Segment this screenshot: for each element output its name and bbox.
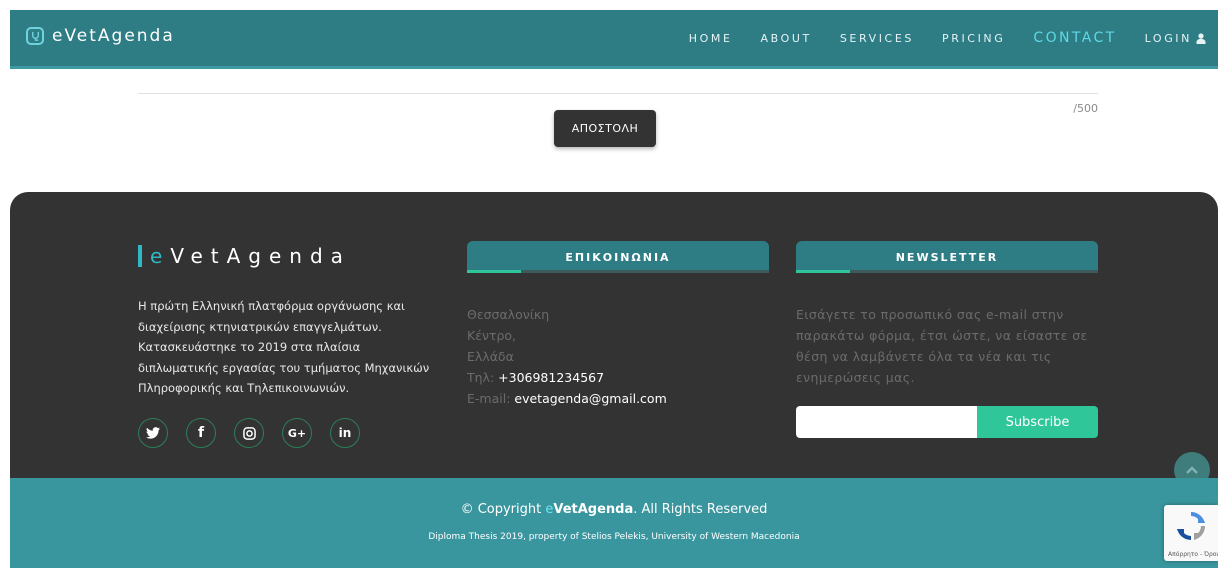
newsletter-heading-text: NEWSLETTER	[895, 250, 999, 264]
chevron-up-icon	[1186, 466, 1198, 474]
email-address[interactable]: evetagenda@gmail.com	[514, 391, 666, 406]
copyright-bar: © Copyright eVetAgenda. All Rights Reser…	[10, 478, 1218, 568]
logo-e: e	[150, 244, 171, 268]
recaptcha-icon	[1176, 511, 1206, 541]
logo-text: VetAgenda	[170, 244, 351, 268]
email-label: E-mail:	[467, 391, 515, 406]
contact-heading: ΕΠΙΚΟΙΝΩΝΙΑ	[467, 241, 769, 273]
thesis-credit: Diploma Thesis 2019, property of Stelios…	[428, 532, 800, 542]
contact-email: E-mail: evetagenda@gmail.com	[467, 388, 667, 409]
stethoscope-icon	[26, 27, 44, 45]
brand-name: eVetAgenda	[52, 26, 175, 46]
nav-item-home[interactable]: HOME	[689, 32, 733, 45]
subscribe-button[interactable]: Subscribe	[977, 406, 1098, 438]
footer-description: Η πρώτη Ελληνική πλατφόρμα οργάνωσης και…	[138, 299, 430, 395]
recaptcha-text: Απόρρητο - Όροι	[1168, 551, 1218, 558]
contact-country: Ελλάδα	[467, 349, 514, 364]
contact-city: Θεσσαλονίκη	[467, 307, 550, 322]
copyright-text: © Copyright eVetAgenda. All Rights Reser…	[10, 502, 1218, 517]
heading-underline-accent	[467, 270, 521, 273]
facebook-icon[interactable]: f	[186, 418, 216, 448]
nav-item-about[interactable]: ABOUT	[761, 32, 812, 45]
heading-underline-accent	[796, 270, 850, 273]
newsletter-form: Subscribe	[796, 406, 1098, 438]
login-label: LOGIN	[1144, 31, 1192, 45]
contact-area: Κέντρο,	[467, 328, 517, 343]
copyright-prefix: © Copyright	[460, 502, 546, 517]
twitter-icon[interactable]	[138, 418, 168, 448]
logo-bar	[138, 245, 142, 267]
linkedin-icon[interactable]: in	[330, 418, 360, 448]
contact-info: Θεσσαλονίκη Κέντρο, Ελλάδα Τηλ: +3069812…	[467, 304, 667, 409]
instagram-icon[interactable]	[234, 418, 264, 448]
phone-label: Τηλ:	[467, 370, 499, 385]
social-links: f G+ in	[138, 418, 378, 448]
user-icon	[1196, 32, 1206, 44]
footer: e VetAgenda Η πρώτη Ελληνική πλατφόρμα ο…	[10, 192, 1218, 488]
nav-menu: HOME ABOUT SERVICES PRICING CONTACT LOGI…	[661, 10, 1206, 66]
google-plus-icon[interactable]: G+	[282, 418, 312, 448]
top-navbar: eVetAgenda HOME ABOUT SERVICES PRICING C…	[10, 10, 1218, 69]
phone-number[interactable]: +306981234567	[498, 370, 604, 385]
newsletter-email-input[interactable]	[796, 406, 977, 438]
character-counter: /500	[1073, 102, 1098, 115]
contact-heading-text: ΕΠΙΚΟΙΝΩΝΙΑ	[565, 250, 671, 264]
nav-item-pricing[interactable]: PRICING	[942, 32, 1005, 45]
copyright-brand: VetAgenda	[553, 502, 634, 517]
contact-phone: Τηλ: +306981234567	[467, 367, 667, 388]
copyright-suffix: . All Rights Reserved	[633, 502, 768, 517]
recaptcha-badge[interactable]: Απόρρητο - Όροι	[1164, 505, 1218, 561]
footer-logo: e VetAgenda	[138, 244, 351, 268]
nav-item-login[interactable]: LOGIN	[1145, 32, 1206, 45]
send-button[interactable]: ΑΠΟΣΤΟΛΗ	[554, 110, 656, 147]
nav-item-services[interactable]: SERVICES	[840, 32, 914, 45]
newsletter-heading: NEWSLETTER	[796, 241, 1098, 273]
brand-link[interactable]: eVetAgenda	[26, 26, 175, 46]
nav-item-contact[interactable]: CONTACT	[1033, 30, 1116, 46]
message-field-underline	[138, 93, 1098, 94]
newsletter-description: Εισάγετε το προσωπικό σας e-mail στην πα…	[796, 307, 1088, 385]
